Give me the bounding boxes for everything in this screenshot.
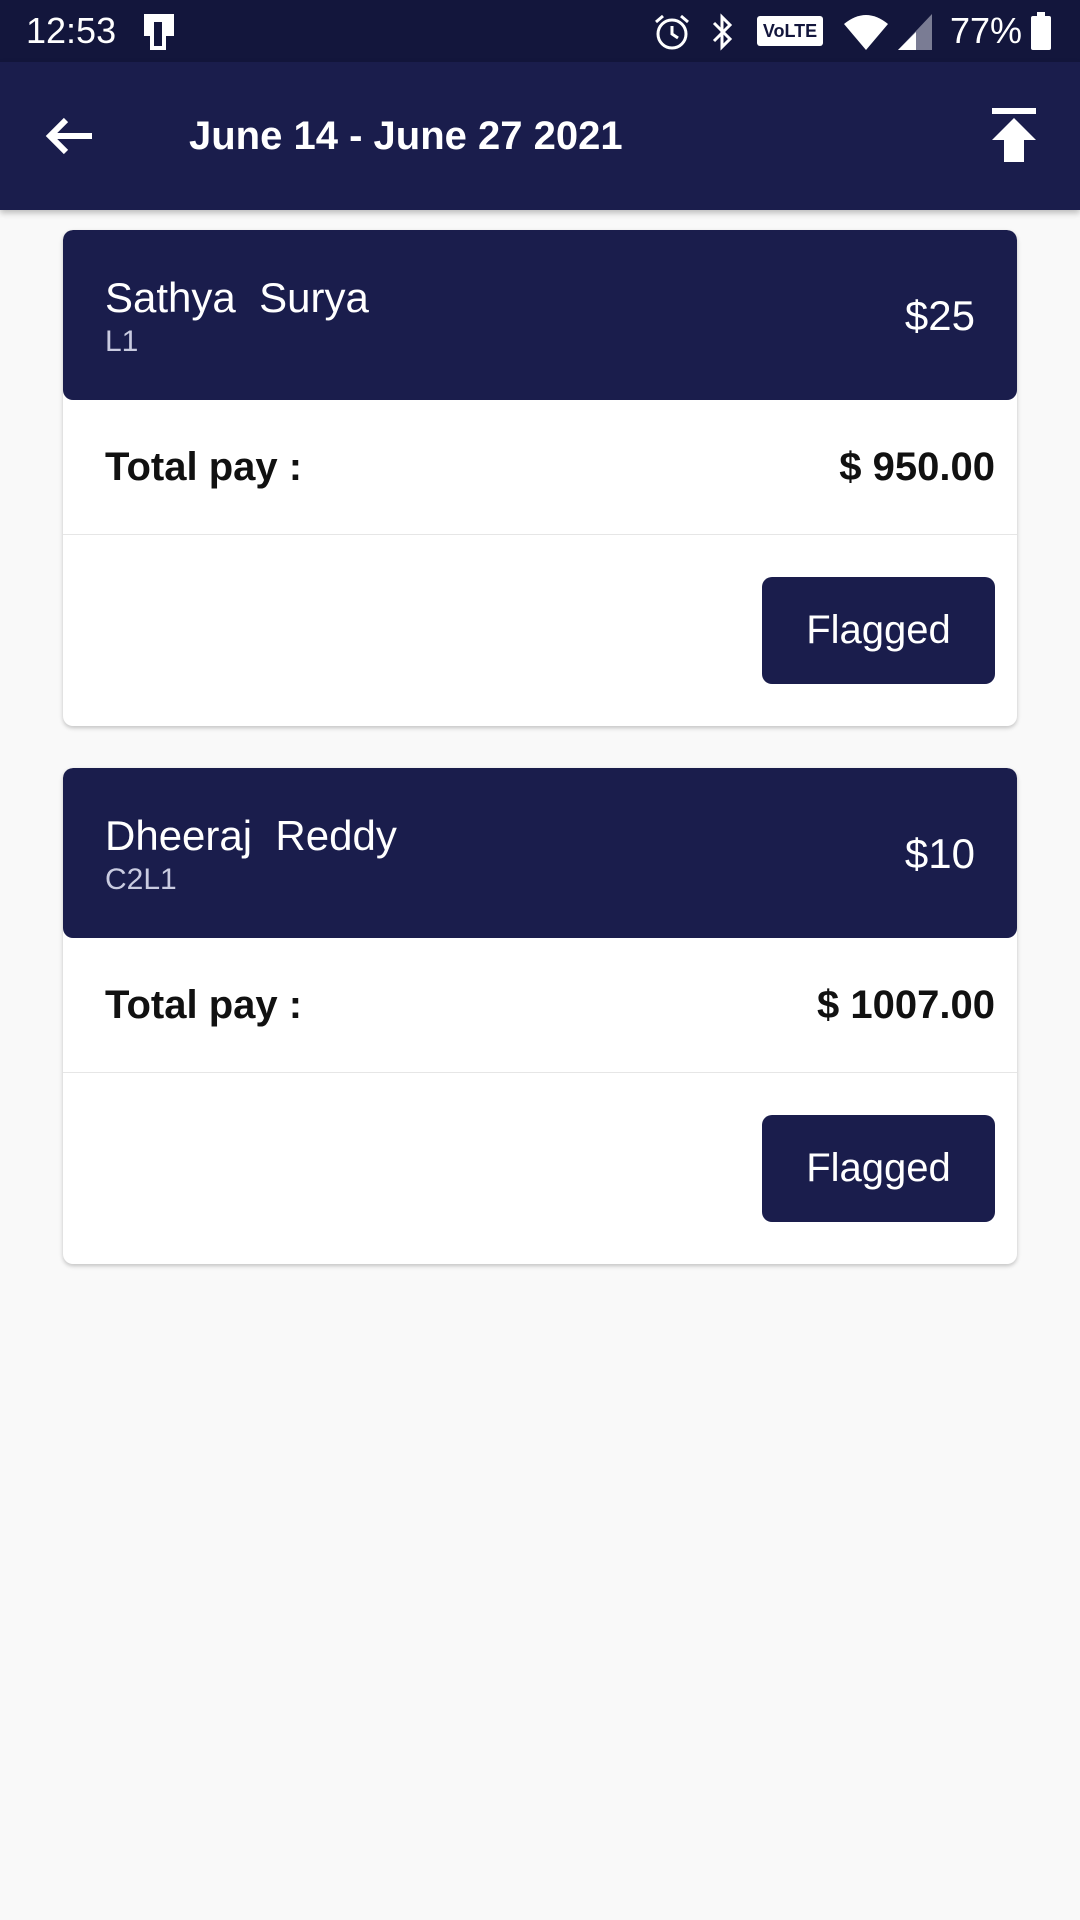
total-pay-value: $ 950.00 bbox=[839, 445, 995, 489]
page-title: June 14 - June 27 2021 bbox=[189, 114, 623, 158]
total-pay-row: Total pay : $ 1007.00 bbox=[63, 938, 1017, 1073]
app-bar: June 14 - June 27 2021 bbox=[0, 62, 1080, 210]
employee-rate: $25 bbox=[904, 292, 975, 339]
employee-rate: $10 bbox=[904, 830, 975, 877]
bluetooth-icon bbox=[712, 13, 733, 51]
volte-icon: VoLTE bbox=[757, 16, 823, 46]
status-time: 12:53 bbox=[26, 10, 117, 51]
employee-card-header[interactable]: Dheeraj Reddy C2L1 $10 bbox=[63, 768, 1017, 938]
flagged-button[interactable]: Flagged bbox=[762, 577, 995, 684]
arrow-left-icon[interactable] bbox=[40, 108, 100, 164]
flagged-button[interactable]: Flagged bbox=[762, 1115, 995, 1222]
employee-name: Dheeraj Reddy bbox=[105, 812, 397, 859]
battery-icon bbox=[1031, 12, 1051, 50]
employee-card-header[interactable]: Sathya Surya L1 $25 bbox=[63, 230, 1017, 400]
status-bar: 12:53 VoLTE 77% bbox=[0, 0, 1080, 62]
employee-card: Dheeraj Reddy C2L1 $10 Total pay : $ 100… bbox=[63, 768, 1017, 1264]
total-pay-value: $ 1007.00 bbox=[817, 983, 995, 1027]
signal-icon bbox=[898, 14, 932, 50]
total-pay-row: Total pay : $ 950.00 bbox=[63, 400, 1017, 535]
total-pay-label: Total pay : bbox=[105, 445, 303, 489]
employee-code: L1 bbox=[105, 325, 139, 358]
total-pay-label: Total pay : bbox=[105, 983, 303, 1027]
alarm-icon bbox=[655, 14, 689, 50]
upload-icon[interactable] bbox=[986, 106, 1042, 166]
wifi-icon bbox=[844, 15, 888, 50]
screen-cast-icon bbox=[144, 14, 174, 50]
battery-percent: 77% bbox=[950, 10, 1023, 51]
employee-code: C2L1 bbox=[105, 863, 177, 896]
employee-card: Sathya Surya L1 $25 Total pay : $ 950.00… bbox=[63, 230, 1017, 726]
employee-name: Sathya Surya bbox=[105, 274, 369, 321]
